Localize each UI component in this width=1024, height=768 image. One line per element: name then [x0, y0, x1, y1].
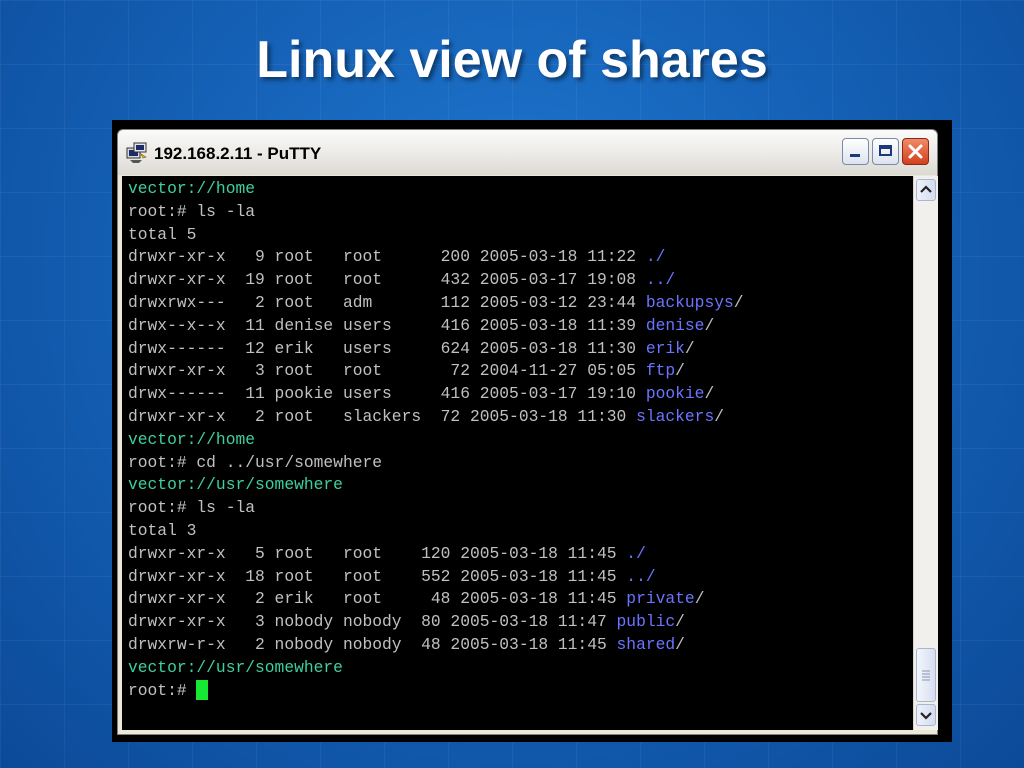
- directory-suffix: /: [675, 361, 685, 381]
- directory-listing-line: drwxr-xr-x 18 root root 552 2005-03-18 1…: [128, 566, 656, 588]
- input-prompt: root:#: [128, 680, 197, 700]
- terminal-text-line: total 5: [128, 224, 197, 244]
- directory-suffix: /: [675, 612, 685, 632]
- window-title: 192.168.2.11 - PuTTY: [154, 144, 322, 163]
- listing-attributes: drwx--x--x 11 denise users 416 2005-03-1…: [128, 315, 646, 335]
- putty-icon[interactable]: [126, 142, 148, 164]
- directory-name: erik: [645, 338, 685, 358]
- minimize-button[interactable]: [842, 138, 869, 165]
- directory-listing-line: drwxrw-r-x 2 nobody nobody 48 2005-03-18…: [128, 634, 685, 656]
- directory-suffix: /: [684, 338, 695, 358]
- directory-name: ./: [626, 543, 646, 563]
- scroll-up-icon: [920, 185, 932, 193]
- listing-attributes: drwxrwx--- 2 root adm 112 2005-03-12 23:…: [128, 293, 646, 312]
- text-cursor[interactable]: [196, 680, 209, 701]
- listing-attributes: drwxr-xr-x 3 nobody nobody 80 2005-03-18…: [128, 612, 617, 632]
- maximize-button[interactable]: [872, 138, 899, 165]
- close-button[interactable]: [902, 138, 929, 165]
- directory-name: denise: [645, 315, 705, 335]
- scroll-thumb[interactable]: [916, 648, 936, 702]
- directory-suffix: /: [704, 384, 715, 404]
- directory-listing-line: drwx------ 11 pookie users 416 2005-03-1…: [128, 383, 714, 405]
- terminal-prompt-line: vector://usr/somewhere: [128, 657, 343, 677]
- directory-listing-line: drwx------ 12 erik users 624 2005-03-18 …: [128, 338, 695, 360]
- scroll-down-button[interactable]: [916, 704, 936, 726]
- directory-listing-line: drwxr-xr-x 19 root root 432 2005-03-17 1…: [128, 269, 675, 291]
- scroll-down-icon: [920, 712, 932, 720]
- listing-attributes: drwx------ 11 pookie users 416 2005-03-1…: [128, 384, 646, 404]
- listing-attributes: drwxrw-r-x 2 nobody nobody 48 2005-03-18…: [128, 635, 617, 654]
- listing-attributes: drwxr-xr-x 2 erik root 48 2005-03-18 11:…: [128, 589, 627, 609]
- terminal-text-line: root:# cd ../usr/somewhere: [128, 452, 383, 472]
- directory-listing-line: drwxr-xr-x 9 root root 200 2005-03-18 11…: [128, 246, 665, 268]
- vertical-scrollbar[interactable]: [913, 176, 938, 730]
- terminal-text-line: root:# ls -la: [128, 201, 256, 221]
- listing-attributes: drwx------ 12 erik users 624 2005-03-18 …: [128, 338, 646, 358]
- listing-attributes: drwxr-xr-x 9 root root 200 2005-03-18 11…: [128, 247, 646, 267]
- scroll-up-button[interactable]: [916, 179, 936, 201]
- close-icon: [903, 139, 928, 164]
- directory-suffix: /: [714, 407, 725, 426]
- directory-listing-line: drwxrwx--- 2 root adm 112 2005-03-12 23:…: [128, 292, 744, 314]
- terminal-text-line: root:# ls -la: [128, 498, 256, 518]
- listing-attributes: drwxr-xr-x 18 root root 552 2005-03-18 1…: [128, 566, 627, 586]
- directory-listing-line: drwxr-xr-x 3 root root 72 2004-11-27 05:…: [128, 360, 685, 382]
- listing-attributes: drwxr-xr-x 2 root slackers 72 2005-03-18…: [128, 407, 637, 426]
- directory-name: backupsys: [645, 293, 734, 312]
- directory-suffix: /: [733, 293, 744, 312]
- directory-suffix: /: [704, 315, 715, 335]
- directory-suffix: /: [675, 635, 685, 654]
- directory-name: public: [616, 612, 676, 632]
- terminal-prompt-line: vector://usr/somewhere: [128, 475, 343, 495]
- terminal-output[interactable]: vector://home root:# ls -la total 5 drwxr-x…: [122, 176, 913, 730]
- listing-attributes: drwxr-xr-x 5 root root 120 2005-03-18 11…: [128, 543, 627, 563]
- directory-name: shared: [616, 635, 676, 654]
- listing-attributes: drwxr-xr-x 19 root root 432 2005-03-17 1…: [128, 270, 646, 290]
- directory-listing-line: drwxr-xr-x 5 root root 120 2005-03-18 11…: [128, 543, 646, 565]
- directory-name: ftp: [645, 361, 676, 381]
- directory-name: private: [626, 589, 695, 609]
- terminal-prompt-line: vector://home: [128, 429, 256, 449]
- directory-listing-line: drwx--x--x 11 denise users 416 2005-03-1…: [128, 315, 714, 337]
- terminal-input-line: root:#: [128, 680, 209, 702]
- directory-listing-line: drwxr-xr-x 3 nobody nobody 80 2005-03-18…: [128, 611, 685, 633]
- putty-window: 192.168.2.11 - PuTTY vector://home root:#…: [117, 129, 938, 735]
- slide-title: Linux view of shares: [256, 31, 768, 89]
- minimize-icon: [850, 154, 860, 157]
- listing-attributes: drwxr-xr-x 3 root root 72 2004-11-27 05:…: [128, 361, 646, 381]
- maximize-icon: [879, 145, 892, 156]
- directory-name: slackers: [636, 407, 715, 426]
- directory-name: ../: [626, 566, 656, 586]
- directory-name: ../: [645, 270, 676, 290]
- directory-name: pookie: [645, 384, 705, 404]
- window-titlebar[interactable]: 192.168.2.11 - PuTTY: [118, 130, 937, 175]
- terminal-text-line: total 3: [128, 521, 197, 540]
- directory-listing-line: drwxr-xr-x 2 erik root 48 2005-03-18 11:…: [128, 588, 704, 610]
- terminal-prompt-line: vector://home: [128, 179, 256, 198]
- directory-name: ./: [645, 247, 666, 267]
- scroll-grip-icon: [922, 670, 930, 681]
- directory-listing-line: drwxr-xr-x 2 root slackers 72 2005-03-18…: [128, 406, 724, 428]
- screenshot-frame: 192.168.2.11 - PuTTY vector://home root:#…: [112, 120, 952, 742]
- directory-suffix: /: [694, 589, 705, 609]
